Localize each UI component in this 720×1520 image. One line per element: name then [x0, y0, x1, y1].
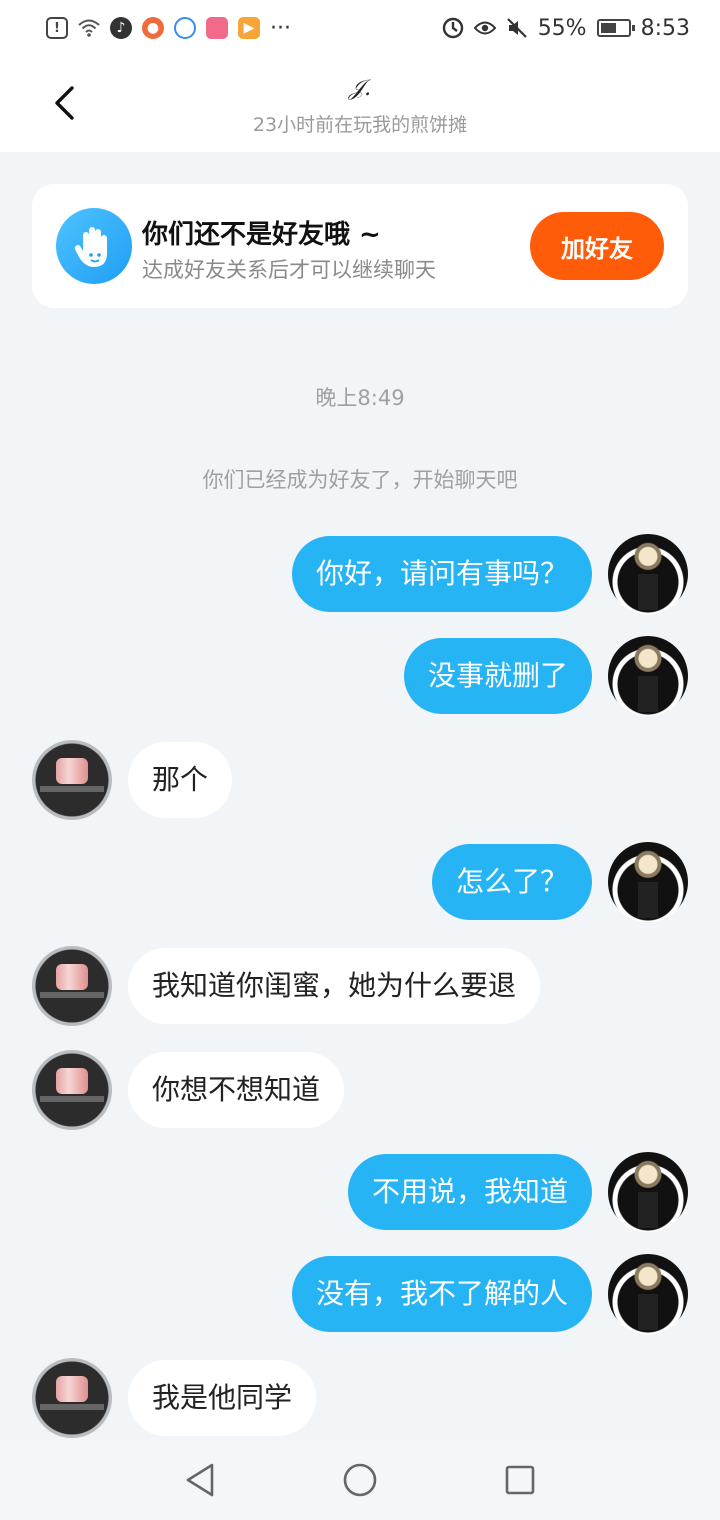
- eye-comfort-icon: [473, 17, 496, 39]
- contact-avatar[interactable]: [32, 1050, 112, 1130]
- incoming-message-bubble[interactable]: 你想不想知道: [128, 1052, 345, 1128]
- outgoing-message-bubble[interactable]: 没有，我不了解的人: [291, 1256, 592, 1332]
- contact-avatar[interactable]: [32, 946, 112, 1026]
- contact-name: 𝒥.: [348, 76, 372, 101]
- message-row: 没事就删了: [403, 638, 592, 714]
- message-row: 没有，我不了解的人: [291, 1256, 592, 1332]
- add-friend-banner: 你们还不是好友哦 ~ 达成好友关系后才可以继续聊天 加好友: [32, 184, 688, 308]
- hand-wave-icon: [56, 208, 132, 284]
- incoming-message-bubble[interactable]: 我知道你闺蜜，她为什么要退: [128, 948, 541, 1024]
- more-notifications-icon: ···: [270, 15, 291, 41]
- message-row: 不用说，我知道: [347, 1154, 592, 1230]
- contact-activity-status: 23小时前在玩我的煎饼摊: [252, 114, 468, 136]
- incoming-message-bubble[interactable]: 那个: [128, 742, 233, 818]
- chat-header: 𝒥. 23小时前在玩我的煎饼摊: [0, 56, 720, 152]
- nav-home-button[interactable]: [340, 1460, 380, 1500]
- app-icon-orange: ●: [142, 17, 164, 39]
- nav-back-button[interactable]: [180, 1460, 220, 1500]
- my-avatar[interactable]: [608, 534, 688, 614]
- triangle-back-icon: [186, 1463, 214, 1497]
- message-row: 我知道你闺蜜，她为什么要退: [128, 948, 541, 1024]
- message-row: 你想不想知道: [128, 1052, 345, 1128]
- message-row: 那个: [128, 742, 233, 818]
- contact-avatar[interactable]: [32, 740, 112, 820]
- banner-title: 你们还不是好友哦 ~: [142, 220, 381, 250]
- message-row: 你好，请问有事吗？: [291, 536, 592, 612]
- app-icon-blue: [174, 17, 196, 39]
- square-recents-icon: [505, 1465, 535, 1495]
- banner-subtitle: 达成好友关系后才可以继续聊天: [142, 258, 436, 282]
- incoming-message-bubble[interactable]: 我是他同学: [128, 1360, 317, 1436]
- alert-icon: !: [46, 17, 68, 39]
- add-friend-button[interactable]: 加好友: [530, 212, 664, 280]
- tiktok-icon: ♪: [110, 17, 132, 39]
- circle-home-icon: [343, 1463, 377, 1497]
- system-navigation-bar: [0, 1440, 720, 1520]
- chat-timestamp: 晚上8:49: [315, 386, 405, 410]
- status-bar-right: 55% 8:53: [442, 16, 690, 41]
- outgoing-message-bubble[interactable]: 你好，请问有事吗？: [291, 536, 592, 612]
- battery-icon: [596, 19, 635, 37]
- my-avatar[interactable]: [608, 842, 688, 922]
- message-row: 怎么了？: [431, 844, 592, 920]
- system-message: 你们已经成为好友了，开始聊天吧: [202, 468, 518, 492]
- mute-icon: [506, 17, 528, 39]
- outgoing-message-bubble[interactable]: 没事就删了: [403, 638, 592, 714]
- outgoing-message-bubble[interactable]: 怎么了？: [431, 844, 592, 920]
- status-bar: ! ♪ ● ▶ ··· 55% 8:53: [0, 0, 720, 56]
- wifi-icon: [78, 17, 100, 39]
- video-app-icon: ▶: [238, 17, 260, 39]
- my-avatar[interactable]: [608, 1152, 688, 1232]
- my-avatar[interactable]: [608, 636, 688, 716]
- my-avatar[interactable]: [608, 1254, 688, 1334]
- outgoing-message-bubble[interactable]: 不用说，我知道: [347, 1154, 592, 1230]
- clock-time: 8:53: [640, 15, 690, 41]
- data-saver-icon: [442, 17, 464, 39]
- nav-recents-button[interactable]: [500, 1460, 540, 1500]
- contact-avatar[interactable]: [32, 1358, 112, 1438]
- app-icon-pink: [206, 17, 228, 39]
- message-row: 我是他同学: [128, 1360, 317, 1436]
- status-bar-left: ! ♪ ● ▶ ···: [46, 16, 291, 41]
- battery-percent: 55%: [537, 15, 587, 41]
